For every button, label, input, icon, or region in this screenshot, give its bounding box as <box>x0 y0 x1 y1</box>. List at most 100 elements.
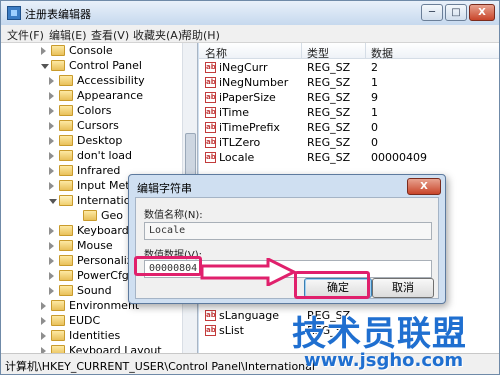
expand-closed-icon[interactable] <box>49 272 54 280</box>
expand-closed-icon[interactable] <box>49 287 54 295</box>
cell-data: 1 <box>371 76 378 89</box>
status-path: 计算机\HKEY_CURRENT_USER\Control Panel\Inte… <box>5 360 315 373</box>
menu-help[interactable]: 帮助(H) <box>181 27 220 43</box>
watermark-url: www.jsgho.com <box>304 350 464 371</box>
expand-closed-icon[interactable] <box>41 332 46 340</box>
cell-name: iNegNumber <box>219 76 289 89</box>
list-header: 名称 类型 数据 <box>199 43 499 61</box>
expand-closed-icon[interactable] <box>49 77 54 85</box>
folder-icon <box>59 285 73 296</box>
expand-closed-icon[interactable] <box>49 227 54 235</box>
tree-item-label: Input Met <box>77 179 130 192</box>
tree-item-label: Console <box>69 44 113 57</box>
tree-item-label: Colors <box>77 104 112 117</box>
close-button[interactable]: X <box>469 4 495 21</box>
dialog-close-button[interactable]: X <box>407 178 441 195</box>
string-value-icon: ab <box>205 107 216 118</box>
maximize-button[interactable]: □ <box>445 4 467 21</box>
menu-view[interactable]: 查看(V) <box>91 27 129 43</box>
expand-closed-icon[interactable] <box>41 47 46 55</box>
cell-data: 00000409 <box>371 151 427 164</box>
expand-closed-icon[interactable] <box>49 257 54 265</box>
folder-icon <box>51 345 65 353</box>
column-header-type[interactable]: 类型 <box>307 45 329 61</box>
list-row[interactable]: ab iNegNumber REG_SZ 1 <box>199 75 499 90</box>
tree-item[interactable]: Colors <box>47 103 182 118</box>
cancel-button[interactable]: 取消 <box>372 278 434 298</box>
tree-item[interactable]: Desktop <box>47 133 182 148</box>
folder-icon <box>59 195 73 206</box>
column-header-name[interactable]: 名称 <box>205 45 227 61</box>
folder-icon <box>59 105 73 116</box>
folder-icon <box>59 75 73 86</box>
column-header-data[interactable]: 数据 <box>371 45 393 61</box>
expand-closed-icon[interactable] <box>41 317 46 325</box>
folder-icon <box>83 210 97 221</box>
title-bar[interactable]: 注册表编辑器 ─ □ X <box>1 1 499 25</box>
expand-closed-icon[interactable] <box>49 122 54 130</box>
tree-item[interactable]: Keyboard Layout <box>39 343 182 353</box>
expand-open-icon[interactable] <box>41 64 49 69</box>
cell-name: iTimePrefix <box>219 121 280 134</box>
list-row[interactable]: ab iTLZero REG_SZ 0 <box>199 135 499 150</box>
tree-item-label: Appearance <box>77 89 144 102</box>
list-row[interactable]: ab iTimePrefix REG_SZ 0 <box>199 120 499 135</box>
folder-icon <box>51 315 65 326</box>
expand-closed-icon[interactable] <box>41 302 46 310</box>
tree-item-label: Keyboard Layout <box>69 344 162 353</box>
window-title: 注册表编辑器 <box>25 8 91 21</box>
minimize-button[interactable]: ─ <box>421 4 443 21</box>
tree-item-label: Infrared <box>77 164 121 177</box>
column-divider[interactable] <box>365 43 366 59</box>
string-value-icon: ab <box>205 310 216 321</box>
folder-icon <box>51 45 65 56</box>
value-name-field[interactable]: Locale <box>144 222 432 240</box>
string-value-icon: ab <box>205 137 216 148</box>
expand-open-icon[interactable] <box>49 199 57 204</box>
cell-data: 1 <box>371 106 378 119</box>
folder-icon <box>59 90 73 101</box>
tree-item-label: Geo <box>101 209 124 222</box>
cell-name: iNegCurr <box>219 61 268 74</box>
expand-closed-icon[interactable] <box>49 137 54 145</box>
tree-item[interactable]: Control Panel <box>39 58 182 73</box>
string-value-icon: ab <box>205 122 216 133</box>
cell-data: 0 <box>371 121 378 134</box>
tree-item[interactable]: EUDC <box>39 313 182 328</box>
cell-name: iTime <box>219 106 249 119</box>
tree-item-label: EUDC <box>69 314 101 327</box>
cell-name: iPaperSize <box>219 91 276 104</box>
cell-data: 2 <box>371 61 378 74</box>
folder-icon <box>59 225 73 236</box>
tree-item[interactable]: Accessibility <box>47 73 182 88</box>
column-divider[interactable] <box>301 43 302 59</box>
expand-closed-icon[interactable] <box>49 152 54 160</box>
menu-edit[interactable]: 编辑(E) <box>49 27 87 43</box>
cell-name: sList <box>219 324 244 337</box>
tree-item[interactable]: don't load <box>47 148 182 163</box>
expand-closed-icon[interactable] <box>49 182 54 190</box>
folder-icon <box>59 240 73 251</box>
list-row[interactable]: ab iTime REG_SZ 1 <box>199 105 499 120</box>
string-value-icon: ab <box>205 325 216 336</box>
string-value-icon: ab <box>205 152 216 163</box>
tree-item[interactable]: Appearance <box>47 88 182 103</box>
expand-closed-icon[interactable] <box>49 167 54 175</box>
value-name-label: 数值名称(N): <box>144 210 203 221</box>
tree-item-label: Mouse <box>77 239 113 252</box>
tree-item[interactable]: Identities <box>39 328 182 343</box>
list-row[interactable]: ab iPaperSize REG_SZ 9 <box>199 90 499 105</box>
tree-item-label: Keyboard <box>77 224 129 237</box>
tree-item[interactable]: Cursors <box>47 118 182 133</box>
expand-closed-icon[interactable] <box>49 92 54 100</box>
menu-file[interactable]: 文件(F) <box>7 27 44 43</box>
folder-icon <box>59 255 73 266</box>
highlight-box-ok-button <box>294 271 370 299</box>
list-row[interactable]: ab Locale REG_SZ 00000409 <box>199 150 499 165</box>
list-row[interactable]: ab iNegCurr REG_SZ 2 <box>199 60 499 75</box>
tree-item-label: Sound <box>77 284 112 297</box>
expand-closed-icon[interactable] <box>49 242 54 250</box>
menu-favorites[interactable]: 收藏夹(A) <box>133 27 182 43</box>
expand-closed-icon[interactable] <box>49 107 54 115</box>
tree-item[interactable]: Console <box>39 43 182 58</box>
